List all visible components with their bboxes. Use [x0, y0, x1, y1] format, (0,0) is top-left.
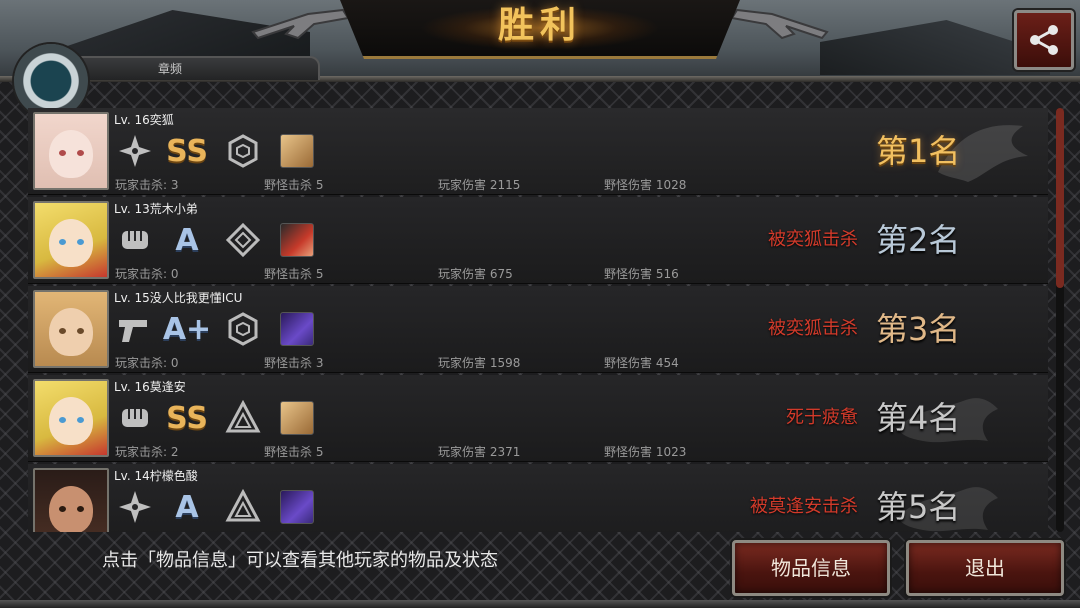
player-kills: 玩家击杀: 0: [115, 267, 179, 281]
triangle-sigil-icon: [224, 399, 262, 437]
player-row[interactable]: Lv. 14柠檬色酸 A 被莫逢安击杀 第5名: [28, 464, 1048, 532]
rank-label: 第3名: [876, 310, 961, 348]
monster-damage: 野怪伤害 454: [604, 356, 679, 370]
triangle-sigil-icon: [224, 488, 262, 526]
player-row[interactable]: Lv. 15没人比我更懂ICU A+ 玩家击杀: 0 野怪击杀 3 玩家伤害 1…: [28, 286, 1048, 373]
player-row[interactable]: Lv. 16莫逢安 SS 玩家击杀: 2 野怪击杀 5 玩家伤害 2371 野怪…: [28, 375, 1048, 462]
top-tab-label: 章频: [158, 62, 183, 76]
player-avatar-ring: [14, 44, 88, 118]
player-level-name: Lv. 15没人比我更懂ICU: [114, 291, 243, 305]
victory-title: 胜利: [497, 5, 582, 46]
monster-damage: 野怪伤害 1028: [604, 178, 687, 192]
frame-border: [0, 600, 1080, 608]
death-cause: 被奕狐击杀: [768, 318, 858, 339]
grade-badge: A: [175, 489, 199, 525]
rank-label: 第4名: [876, 399, 961, 437]
items-info-button[interactable]: 物品信息: [732, 540, 890, 596]
player-row[interactable]: Lv. 13荒木小弟 A 玩家击杀: 0 野怪击杀 5 玩家伤害 675 野怪伤…: [28, 197, 1048, 284]
player-kills: 玩家击杀: 3: [115, 178, 179, 192]
rank-label: 第5名: [876, 488, 961, 526]
player-kills: 玩家击杀: 0: [115, 356, 179, 370]
item-icon: [278, 310, 316, 348]
item-icon: [278, 399, 316, 437]
fist-icon: [116, 399, 154, 437]
monster-kills: 野怪击杀 5: [264, 178, 324, 192]
bottom-bar: 点击「物品信息」可以查看其他玩家的物品及状态 物品信息 退出: [0, 532, 1080, 608]
player-level-name: Lv. 16奕狐: [114, 113, 174, 127]
hexagon-sigil-icon: [224, 132, 262, 170]
rank-label: 第1名: [876, 132, 961, 170]
death-cause: 被奕狐击杀: [768, 229, 858, 250]
avatar: [33, 290, 109, 368]
player-damage: 玩家伤害 2371: [438, 445, 521, 459]
item-icon: [278, 488, 316, 526]
player-damage: 玩家伤害 675: [438, 267, 513, 281]
death-cause: 死于疲惫: [786, 407, 858, 428]
player-damage: 玩家伤害 2115: [438, 178, 521, 192]
player-kills: 玩家击杀: 2: [115, 445, 179, 459]
rank-label: 第2名: [876, 221, 961, 259]
player-damage: 玩家伤害 1598: [438, 356, 521, 370]
monster-kills: 野怪击杀 5: [264, 267, 324, 281]
exit-button[interactable]: 退出: [906, 540, 1064, 596]
diamond-sigil-icon: [224, 221, 262, 259]
monster-kills: 野怪击杀 3: [264, 356, 324, 370]
results-list[interactable]: Lv. 16奕狐 SS 玩家击杀: 3 野怪击杀 5 玩家伤害 2115 野怪伤…: [28, 108, 1048, 532]
death-cause: 被莫逢安击杀: [750, 496, 858, 517]
scrollbar[interactable]: [1056, 108, 1064, 532]
player-level-name: Lv. 13荒木小弟: [114, 202, 198, 216]
grade-badge: A: [175, 222, 199, 258]
top-tab: 章频: [70, 56, 320, 80]
monster-damage: 野怪伤害 516: [604, 267, 679, 281]
grade-badge: A+: [162, 311, 212, 347]
avatar: [33, 379, 109, 457]
fist-icon: [116, 221, 154, 259]
grade-badge: SS: [166, 133, 208, 169]
player-row[interactable]: Lv. 16奕狐 SS 玩家击杀: 3 野怪击杀 5 玩家伤害 2115 野怪伤…: [28, 108, 1048, 195]
scrollbar-thumb[interactable]: [1056, 108, 1064, 288]
player-level-name: Lv. 14柠檬色酸: [114, 469, 198, 483]
share-button[interactable]: [1014, 10, 1074, 70]
monster-kills: 野怪击杀 5: [264, 445, 324, 459]
hint-text: 点击「物品信息」可以查看其他玩家的物品及状态: [102, 550, 498, 571]
shuriken-icon: [116, 488, 154, 526]
hexagon-sigil-icon: [224, 310, 262, 348]
share-icon: [1030, 25, 1058, 55]
shuriken-icon: [116, 132, 154, 170]
avatar: [33, 468, 109, 532]
monster-damage: 野怪伤害 1023: [604, 445, 687, 459]
grade-badge: SS: [166, 400, 208, 436]
avatar: [33, 112, 109, 190]
item-icon: [278, 221, 316, 259]
player-level-name: Lv. 16莫逢安: [114, 380, 186, 394]
item-icon: [278, 132, 316, 170]
pistol-icon: [116, 310, 154, 348]
avatar: [33, 201, 109, 279]
